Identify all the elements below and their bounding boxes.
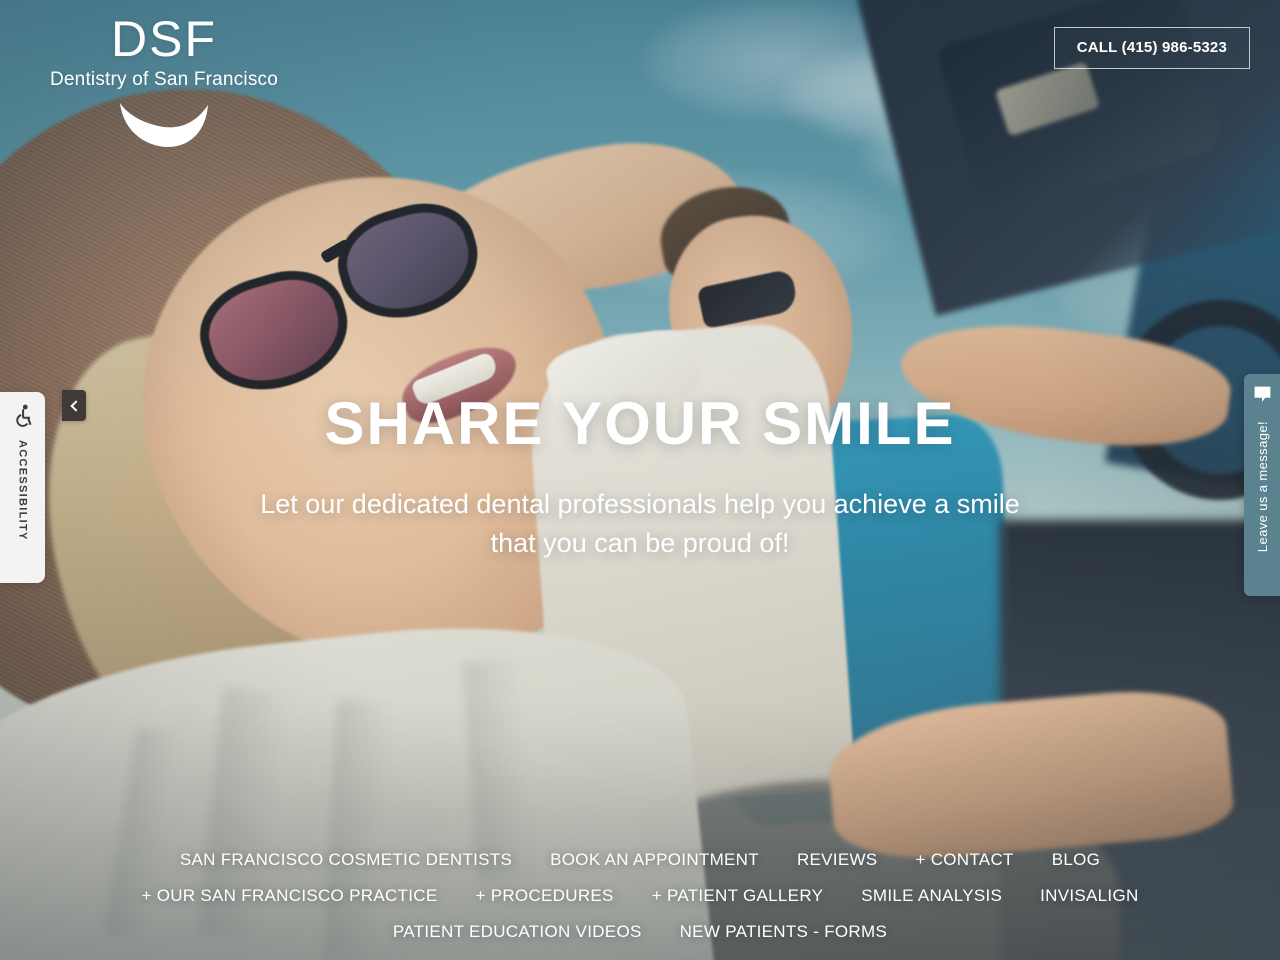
leave-message-label: Leave us a message! <box>1254 421 1270 553</box>
smile-crescent-icon <box>120 103 208 147</box>
logo-tagline: Dentistry of San Francisco <box>49 69 278 90</box>
nav-item-patient-gallery[interactable]: + PATIENT GALLERY <box>652 886 824 906</box>
nav-item-contact[interactable]: + CONTACT <box>915 850 1013 870</box>
chevron-left-icon <box>69 399 82 412</box>
chat-bubble-icon <box>1254 386 1270 402</box>
hero-copy: SHARE YOUR SMILE Let our dedicated denta… <box>0 392 1280 563</box>
main-navigation: SAN FRANCISCO COSMETIC DENTISTS BOOK AN … <box>0 850 1280 956</box>
accessibility-label: ACCESSIBILITY <box>16 440 29 541</box>
nav-item-smile-analysis[interactable]: SMILE ANALYSIS <box>861 886 1002 906</box>
page-root: DSF Dentistry of San Francisco CALL (415… <box>0 0 1280 960</box>
nav-item-new-patients-forms[interactable]: NEW PATIENTS - FORMS <box>680 922 887 942</box>
accessibility-widget[interactable]: ACCESSIBILITY <box>0 392 45 583</box>
nav-row-2: + OUR SAN FRANCISCO PRACTICE + PROCEDURE… <box>40 886 1240 906</box>
wheelchair-icon <box>15 404 31 427</box>
nav-item-patient-education-videos[interactable]: PATIENT EDUCATION VIDEOS <box>393 922 642 942</box>
accessibility-collapse-button[interactable] <box>62 390 86 421</box>
leave-message-widget[interactable]: Leave us a message! <box>1244 374 1280 596</box>
site-logo[interactable]: DSF Dentistry of San Francisco <box>24 12 304 152</box>
call-button[interactable]: CALL (415) 986-5323 <box>1053 27 1250 69</box>
nav-item-invisalign[interactable]: INVISALIGN <box>1040 886 1138 906</box>
hero-subtitle: Let our dedicated dental professionals h… <box>260 489 1020 559</box>
nav-item-book-an-appointment[interactable]: BOOK AN APPOINTMENT <box>550 850 759 870</box>
hero-title: SHARE YOUR SMILE <box>324 390 956 457</box>
nav-item-reviews[interactable]: REVIEWS <box>797 850 878 870</box>
nav-row-1: SAN FRANCISCO COSMETIC DENTISTS BOOK AN … <box>40 850 1240 870</box>
nav-row-3: PATIENT EDUCATION VIDEOS NEW PATIENTS - … <box>40 922 1240 942</box>
nav-item-san-francisco-cosmetic-dentists[interactable]: SAN FRANCISCO COSMETIC DENTISTS <box>180 850 512 870</box>
nav-item-procedures[interactable]: + PROCEDURES <box>475 886 613 906</box>
nav-item-our-san-francisco-practice[interactable]: + OUR SAN FRANCISCO PRACTICE <box>141 886 437 906</box>
nav-item-blog[interactable]: BLOG <box>1052 850 1100 870</box>
logo-mark-text: DSF <box>111 11 217 67</box>
